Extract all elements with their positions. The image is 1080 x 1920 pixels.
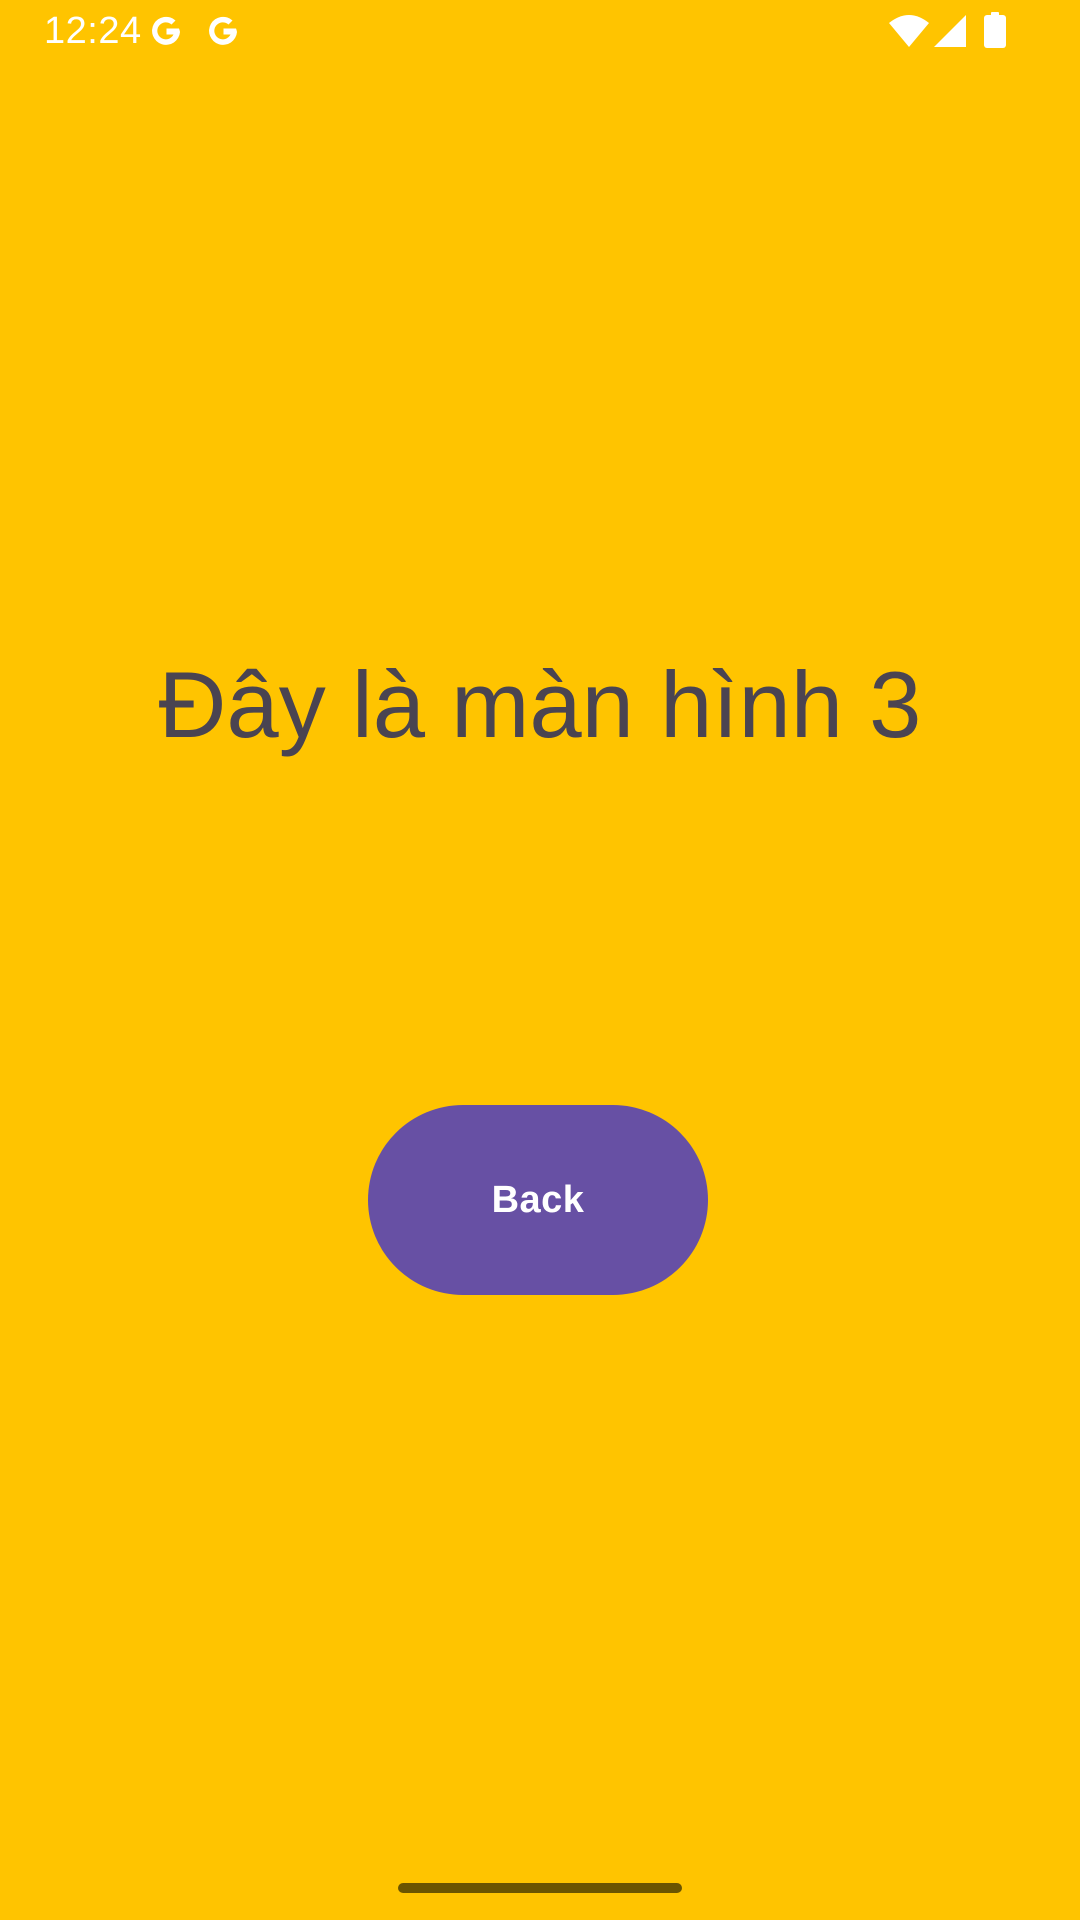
screen-title: Đây là màn hình 3 <box>158 652 922 757</box>
google-icon <box>209 16 237 45</box>
status-bar: 12:24 <box>0 0 1080 64</box>
status-time: 12:24 <box>44 10 142 52</box>
wifi-icon <box>889 15 929 47</box>
cellular-signal-icon <box>934 15 966 47</box>
back-button[interactable]: Back <box>368 1105 708 1295</box>
google-icon <box>152 16 180 45</box>
battery-icon <box>984 12 1006 48</box>
gesture-nav-handle[interactable] <box>398 1883 682 1893</box>
